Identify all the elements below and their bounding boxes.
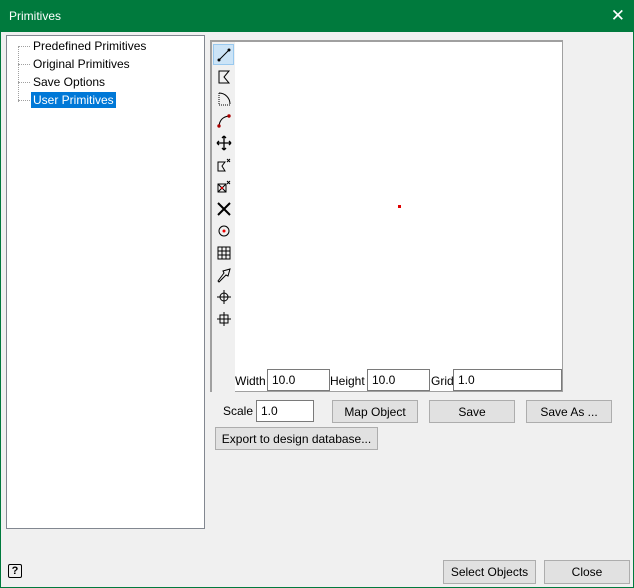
window-title: Primitives xyxy=(9,9,62,23)
close-button[interactable]: Close xyxy=(544,560,630,584)
tree-item-save-options[interactable]: Save Options xyxy=(31,74,107,90)
tree-line xyxy=(18,46,19,102)
scale-label: Scale xyxy=(223,404,254,418)
title-bar: Primitives ✕ xyxy=(1,1,634,32)
width-label: Width xyxy=(235,374,266,388)
close-icon[interactable]: ✕ xyxy=(611,6,625,26)
grid-label: Grid xyxy=(431,374,454,388)
arc-tool-icon[interactable] xyxy=(213,88,234,109)
move-icon[interactable] xyxy=(213,132,234,153)
polygon-tool-icon[interactable] xyxy=(213,66,234,87)
tool-palette xyxy=(212,42,235,392)
save-as-button[interactable]: Save As ... xyxy=(526,400,612,423)
tree-line xyxy=(18,64,30,65)
canvas-point xyxy=(398,205,401,208)
primitives-tree: Predefined Primitives Original Primitive… xyxy=(6,35,205,529)
curve-tool-icon[interactable] xyxy=(213,110,234,131)
delete-polygon-icon[interactable] xyxy=(213,154,234,175)
crosshair-grid-icon[interactable] xyxy=(213,308,234,329)
grid-input[interactable] xyxy=(453,369,562,391)
width-input[interactable] xyxy=(267,369,330,391)
tree-line xyxy=(18,100,30,101)
delete-cross-icon[interactable] xyxy=(213,198,234,219)
tree-line xyxy=(18,82,30,83)
line-tool-icon[interactable] xyxy=(213,44,234,65)
map-object-button[interactable]: Map Object xyxy=(332,400,418,423)
scale-input[interactable] xyxy=(256,400,314,422)
save-button[interactable]: Save xyxy=(429,400,515,423)
drawing-canvas[interactable]: Width Height Grid xyxy=(210,40,563,392)
select-objects-button[interactable]: Select Objects xyxy=(443,560,536,584)
tree-line xyxy=(18,46,30,47)
tree-item-predefined-primitives[interactable]: Predefined Primitives xyxy=(31,38,148,54)
height-label: Height xyxy=(330,374,365,388)
height-input[interactable] xyxy=(367,369,430,391)
export-design-database-button[interactable]: Export to design database... xyxy=(215,427,378,450)
grid-icon[interactable] xyxy=(213,242,234,263)
help-icon[interactable]: ? xyxy=(8,564,22,578)
arrow-icon[interactable] xyxy=(213,264,234,285)
delete-point-icon[interactable] xyxy=(213,176,234,197)
tree-item-original-primitives[interactable]: Original Primitives xyxy=(31,56,132,72)
crosshair-icon[interactable] xyxy=(213,286,234,307)
tree-item-user-primitives[interactable]: User Primitives xyxy=(31,92,116,108)
point-icon[interactable] xyxy=(213,220,234,241)
